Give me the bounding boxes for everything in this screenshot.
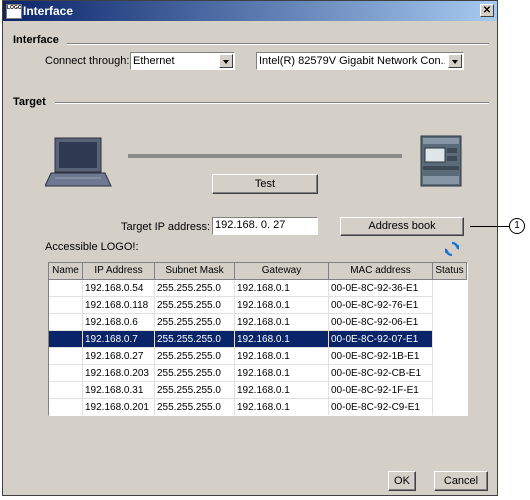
- cell-gateway: 192.168.0.1: [235, 382, 329, 399]
- test-button[interactable]: Test: [212, 174, 318, 194]
- cell-ip-address: 192.168.0.31: [83, 382, 155, 399]
- cell-subnet-mask: 255.255.255.0: [155, 382, 235, 399]
- cell-name: [49, 348, 83, 365]
- cell-subnet-mask: 255.255.255.0: [155, 348, 235, 365]
- cell-subnet-mask: 255.255.255.0: [155, 331, 235, 348]
- column-header-gateway[interactable]: Gateway: [235, 263, 329, 280]
- logo-app-icon: LOGO: [6, 4, 22, 19]
- cell-mac-address: 00-0E-8C-92-1B-E1: [329, 348, 433, 365]
- logo-module-icon: [420, 135, 462, 187]
- network-adapter-dropdown[interactable]: Intel(R) 82579V Gigabit Network Con...: [256, 52, 464, 70]
- cell-subnet-mask: 255.255.255.0: [155, 280, 235, 297]
- accessible-logo-table[interactable]: Name IP Address Subnet Mask Gateway MAC …: [48, 262, 468, 416]
- target-ip-input[interactable]: 192.168. 0. 27: [212, 217, 318, 235]
- interface-dialog: LOGO Interface ✕ Interface Connect throu…: [2, 0, 498, 496]
- table-row[interactable]: 192.168.0.6 255.255.255.0 192.168.0.1 00-0E…: [49, 314, 449, 331]
- table-row[interactable]: 192.168.0.203 255.255.255.0 192.168.0.1 00-…: [49, 365, 449, 382]
- cell-subnet-mask: 255.255.255.0: [155, 314, 235, 331]
- cell-mac-address: 00-0E-8C-92-C9-E1: [329, 399, 433, 415]
- target-ip-label: Target IP address:: [121, 221, 211, 233]
- callout-marker: 1: [509, 218, 525, 234]
- table-row[interactable]: 192.168.0.27 255.255.255.0 192.168.0.1 00-0…: [49, 348, 449, 365]
- column-header-name[interactable]: Name: [49, 263, 83, 280]
- cell-gateway: 192.168.0.1: [235, 297, 329, 314]
- callout-line: [470, 226, 510, 227]
- interface-section-label: Interface: [13, 34, 59, 46]
- cell-name: [49, 280, 83, 297]
- target-section-label: Target: [13, 96, 46, 108]
- table-row[interactable]: 192.168.0.31 255.255.255.0 192.168.0.1 00-0…: [49, 382, 449, 399]
- cell-name: [49, 331, 83, 348]
- title-bar: LOGO Interface ✕: [3, 1, 497, 21]
- ok-button[interactable]: OK: [388, 471, 416, 491]
- cell-mac-address: 00-0E-8C-92-76-E1: [329, 297, 433, 314]
- cell-mac-address: 00-0E-8C-92-07-E1: [329, 331, 433, 348]
- button-bar: OK Cancel: [3, 466, 497, 495]
- column-header-subnet-mask[interactable]: Subnet Mask: [155, 263, 235, 280]
- cell-ip-address: 192.168.0.27: [83, 348, 155, 365]
- target-divider: [55, 102, 489, 104]
- column-header-mac-address[interactable]: MAC address: [329, 263, 433, 280]
- cell-mac-address: 00-0E-8C-92-06-E1: [329, 314, 433, 331]
- cell-subnet-mask: 255.255.255.0: [155, 365, 235, 382]
- column-header-status[interactable]: Status: [433, 263, 467, 280]
- cell-ip-address: 192.168.0.201: [83, 399, 155, 415]
- cell-gateway: 192.168.0.1: [235, 365, 329, 382]
- cell-name: [49, 365, 83, 382]
- cell-subnet-mask: 255.255.255.0: [155, 399, 235, 415]
- chevron-down-icon[interactable]: [448, 54, 462, 68]
- cell-gateway: 192.168.0.1: [235, 399, 329, 415]
- connection-line: [128, 154, 402, 158]
- table-row[interactable]: 192.168.0.54 255.255.255.0 192.168.0.1 00-0…: [49, 280, 449, 297]
- cell-gateway: 192.168.0.1: [235, 314, 329, 331]
- close-button[interactable]: ✕: [480, 4, 494, 17]
- cell-gateway: 192.168.0.1: [235, 280, 329, 297]
- cell-gateway: 192.168.0.1: [235, 331, 329, 348]
- cancel-button[interactable]: Cancel: [434, 471, 488, 491]
- cell-mac-address: 00-0E-8C-92-36-E1: [329, 280, 433, 297]
- cell-ip-address: 192.168.0.54: [83, 280, 155, 297]
- cell-gateway: 192.168.0.1: [235, 348, 329, 365]
- cell-name: [49, 382, 83, 399]
- cell-ip-address: 192.168.0.7: [83, 331, 155, 348]
- address-book-button[interactable]: Address book: [340, 217, 464, 236]
- cell-ip-address: 192.168.0.6: [83, 314, 155, 331]
- cell-subnet-mask: 255.255.255.0: [155, 297, 235, 314]
- column-header-ip-address[interactable]: IP Address: [83, 263, 155, 280]
- interface-divider: [67, 43, 489, 45]
- cell-name: [49, 314, 83, 331]
- connect-through-value: Ethernet: [133, 55, 175, 67]
- table-row[interactable]: 192.168.0.118 255.255.255.0 192.168.0.1 00-…: [49, 297, 449, 314]
- cell-mac-address: 00-0E-8C-92-1F-E1: [329, 382, 433, 399]
- network-adapter-value: Intel(R) 82579V Gigabit Network Con...: [259, 55, 445, 67]
- cell-ip-address: 192.168.0.118: [83, 297, 155, 314]
- laptop-icon: [45, 137, 112, 187]
- cell-mac-address: 00-0E-8C-92-CB-E1: [329, 365, 433, 382]
- refresh-icon[interactable]: [444, 241, 460, 257]
- connect-through-dropdown[interactable]: Ethernet: [130, 52, 235, 70]
- window-title: Interface: [23, 4, 74, 18]
- chevron-down-icon[interactable]: [219, 54, 233, 68]
- connect-through-label: Connect through:: [45, 55, 130, 67]
- accessible-logo-label: Accessible LOGO!:: [45, 241, 139, 253]
- cell-name: [49, 399, 83, 415]
- table-row[interactable]: 192.168.0.7 255.255.255.0 192.168.0.1 00-0E…: [49, 331, 449, 348]
- cell-name: [49, 297, 83, 314]
- table-row[interactable]: 192.168.0.201 255.255.255.0 192.168.0.1 00-…: [49, 399, 449, 415]
- cell-ip-address: 192.168.0.203: [83, 365, 155, 382]
